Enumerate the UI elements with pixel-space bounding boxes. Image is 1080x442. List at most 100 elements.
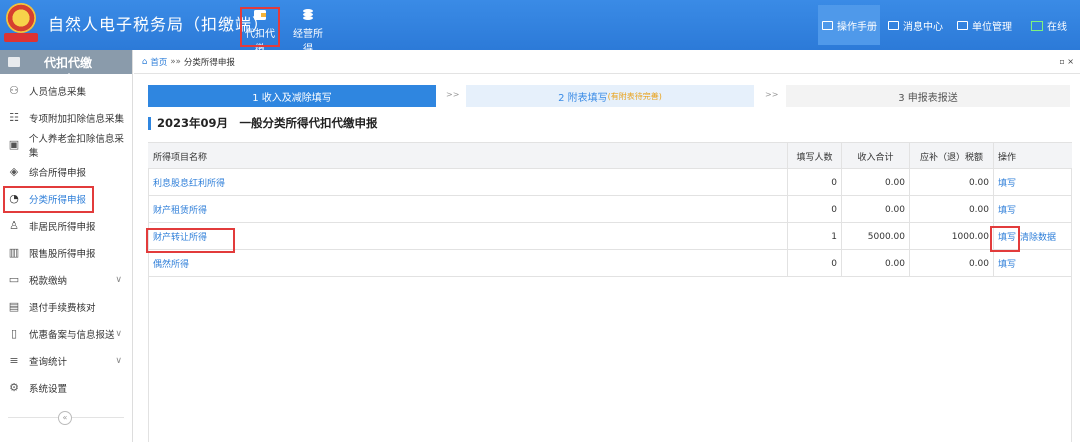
step-progress: 1 收入及减除填写 >> 2 附表填写 (有附表待完善) >> 3 申报表报送 [148, 85, 1070, 107]
sidebar-item-label: 个人养老金扣除信息采集 [28, 133, 124, 159]
income-cell: 0.00 [842, 196, 910, 223]
sidebar-item-restricted-shares[interactable]: ▥ 限售股所得申报 [0, 239, 132, 266]
step-label: 2 附表填写 [558, 92, 608, 104]
count-cell: 0 [788, 169, 842, 196]
document-icon [822, 21, 833, 30]
sidebar-item-label: 查询统计 [29, 356, 68, 368]
col-header-operation: 操作 [998, 153, 1017, 163]
collapse-sidebar-button[interactable]: « [58, 411, 72, 425]
nav-business-income[interactable]: 经营所得 [289, 4, 327, 55]
income-cell: 0.00 [842, 169, 910, 196]
count-cell: 1 [788, 223, 842, 250]
highlight-box-sidebar [3, 186, 94, 213]
unit-management-label: 单位管理 [972, 22, 1012, 33]
sidebar-item-preferential[interactable]: ▯ 优惠备案与信息报送 ∨ [0, 320, 132, 347]
breadcrumb-home-link[interactable]: 首页 [150, 56, 167, 68]
sidebar-item-pension[interactable]: ▣ 个人养老金扣除信息采集 [0, 131, 132, 159]
step-label: 1 收入及减除填写 [252, 92, 332, 104]
count-cell: 0 [788, 250, 842, 277]
col-header-name: 所得项目名称 [148, 143, 788, 170]
step-label: 3 申报表报送 [898, 92, 958, 104]
sidebar-header: 代扣代缴 [0, 50, 132, 74]
online-label: 在线 [1047, 22, 1067, 33]
chevron-down-icon: ∨ [115, 329, 122, 339]
col-header-income: 收入合计 [842, 143, 910, 170]
highlight-box-property-transfer [146, 228, 235, 253]
sidebar-item-refund-fee[interactable]: ▤ 退付手续费核对 [0, 293, 132, 320]
layers-icon: ◈ [9, 164, 19, 178]
chevron-down-icon: ∨ [115, 356, 122, 366]
sidebar-header-label: 代扣代缴 [44, 55, 93, 70]
tax-cell: 1000.00 [910, 223, 994, 250]
sidebar-item-settings[interactable]: ⚙ 系统设置 [0, 374, 132, 401]
step-income-deduction[interactable]: 1 收入及减除填写 [148, 85, 436, 107]
sidebar-item-label: 人员信息采集 [29, 86, 87, 98]
breadcrumb-current: 分类所得申报 [183, 57, 235, 68]
message-center-label: 消息中心 [903, 22, 943, 33]
gear-icon: ⚙ [9, 380, 19, 394]
message-center-button[interactable]: 消息中心 [888, 18, 943, 33]
sidebar-item-label: 退付手续费核对 [29, 302, 96, 314]
sidebar-item-personnel[interactable]: ⚇ 人员信息采集 [0, 77, 132, 104]
count-cell: 0 [788, 196, 842, 223]
folder-icon: ▭ [8, 272, 20, 286]
id-card-icon: ▣ [8, 137, 20, 151]
tax-cell: 0.00 [910, 250, 994, 277]
sidebar-item-label: 非居民所得申报 [29, 221, 96, 233]
tax-cell: 0.00 [910, 196, 994, 223]
clear-data-link[interactable]: 清除数据 [1020, 230, 1056, 243]
income-item-link[interactable]: 偶然所得 [153, 257, 189, 270]
unit-management-button[interactable]: 单位管理 [957, 18, 1012, 33]
step-warning: (有附表待完善) [607, 91, 662, 101]
bar-chart-icon: ▥ [8, 245, 20, 259]
chevron-down-icon: ∨ [115, 275, 122, 285]
person-outline-icon: ♙ [9, 218, 19, 232]
sidebar-item-label: 优惠备案与信息报送 [29, 329, 115, 341]
step-attachment[interactable]: 2 附表填写 (有附表待完善) [466, 85, 754, 107]
manual-button[interactable]: 操作手册 [822, 18, 877, 33]
section-title: 2023年09月 一般分类所得代扣代缴申报 [148, 117, 378, 130]
sidebar: 代扣代缴 ⚇ 人员信息采集 ☷ 专项附加扣除信息采集 ▣ 个人养老金扣除信息采集 ◈ 综… [0, 50, 133, 442]
online-button[interactable]: 在线 [1031, 18, 1067, 33]
chat-icon [1031, 20, 1043, 31]
breadcrumb-separator: »» [170, 56, 181, 67]
fill-link[interactable]: 填写 [998, 176, 1016, 189]
sidebar-item-label: 系统设置 [29, 383, 68, 395]
tax-cell: 0.00 [910, 169, 994, 196]
coins-icon [303, 9, 313, 20]
search-list-icon: ≡ [9, 353, 19, 367]
income-item-link[interactable]: 利息股息红利所得 [153, 176, 225, 189]
home-icon: ⌂ [142, 56, 148, 67]
col-header-tax: 应补（退）税额 [910, 143, 994, 170]
window-controls[interactable]: ▫ × [1059, 57, 1074, 66]
table-row: 财产转让所得 1 5000.00 1000.00 填写 清除数据 [148, 223, 1072, 250]
income-cell: 5000.00 [842, 223, 910, 250]
step-arrow: >> [765, 90, 779, 99]
income-cell: 0.00 [842, 250, 910, 277]
income-table: 所得项目名称 填写人数 收入合计 应补（退）税额 操作 利息股息红利所得 0 0… [148, 142, 1072, 277]
message-icon [888, 21, 899, 30]
step-arrow: >> [446, 90, 460, 99]
building-icon [957, 21, 968, 30]
top-bar: 自然人电子税务局（扣缴端） 代扣代缴 经营所得 操作手册 消息中心 单位管理 在… [0, 0, 1080, 55]
sidebar-item-query[interactable]: ≡ 查询统计 ∨ [0, 347, 132, 374]
manual-label: 操作手册 [837, 22, 877, 33]
menu-icon [8, 57, 20, 67]
income-item-link[interactable]: 财产租赁所得 [153, 203, 207, 216]
fill-link[interactable]: 填写 [998, 203, 1016, 216]
sidebar-item-special-deduction[interactable]: ☷ 专项附加扣除信息采集 [0, 104, 132, 131]
list-icon: ☷ [9, 110, 19, 124]
table-row: 偶然所得 0 0.00 0.00 填写 [148, 250, 1072, 277]
tax-emblem-icon [4, 3, 38, 43]
step-submit[interactable]: 3 申报表报送 [786, 85, 1070, 107]
table-header-row: 所得项目名称 填写人数 收入合计 应补（退）税额 操作 [148, 142, 1072, 170]
sidebar-item-label: 专项附加扣除信息采集 [29, 113, 125, 125]
sidebar-item-comprehensive[interactable]: ◈ 综合所得申报 [0, 158, 132, 185]
file-icon: ▯ [10, 326, 18, 340]
main-content: ⌂ 首页 »» 分类所得申报 ▫ × 1 收入及减除填写 >> 2 附表填写 (有… [134, 50, 1080, 442]
table-row: 利息股息红利所得 0 0.00 0.00 填写 [148, 169, 1072, 196]
fill-link[interactable]: 填写 [998, 257, 1016, 270]
sidebar-item-tax-payment[interactable]: ▭ 税款缴纳 ∨ [0, 266, 132, 293]
highlight-box-fill-link [990, 226, 1020, 252]
sidebar-item-nonresident[interactable]: ♙ 非居民所得申报 [0, 212, 132, 239]
